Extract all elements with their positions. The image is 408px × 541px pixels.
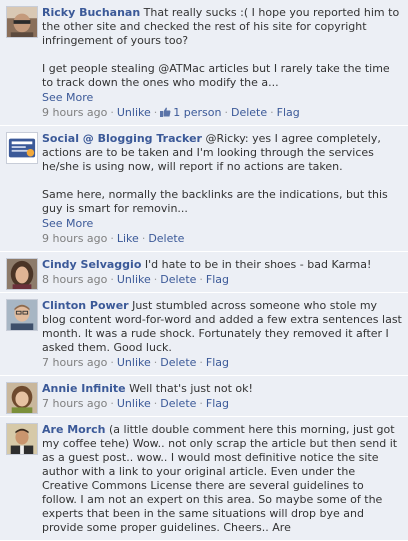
avatar[interactable] [6, 423, 38, 455]
comment-item: Clinton Power Just stumbled across someo… [0, 293, 408, 376]
avatar[interactable] [6, 382, 38, 414]
separator-dot: · [110, 356, 114, 369]
comment-timestamp: 9 hours ago [42, 106, 108, 119]
comment-text: I'd hate to be in their shoes - bad Karm… [144, 258, 372, 271]
comment-body: Cindy Selvaggio I'd hate to be in their … [42, 258, 402, 272]
separator-dot: · [199, 397, 203, 410]
comment-timestamp: 7 hours ago [42, 356, 108, 369]
comment-item: Cindy Selvaggio I'd hate to be in their … [0, 252, 408, 293]
comment-item: Social @ Blogging Tracker @Ricky: yes I … [0, 126, 408, 252]
thumbs-up-icon [160, 107, 171, 117]
separator-dot: · [110, 106, 114, 119]
flag-link[interactable]: Flag [206, 273, 229, 286]
comment-list: Ricky Buchanan That really sucks :( I ho… [0, 0, 408, 541]
likes-count: 1 person [173, 106, 222, 119]
comment-timestamp: 7 hours ago [42, 397, 108, 410]
flag-link[interactable]: Flag [277, 106, 300, 119]
separator-dot: · [153, 273, 158, 286]
comment-timestamp: 8 hours ago [42, 273, 108, 286]
comment-item: Are Morch (a little double comment here … [0, 417, 408, 541]
delete-link[interactable]: Delete [148, 232, 184, 245]
separator-dot: · [270, 106, 274, 119]
comment-item: Ricky Buchanan That really sucks :( I ho… [0, 0, 408, 126]
delete-link[interactable]: Delete [160, 397, 196, 410]
likes-count-link[interactable]: 1 person [160, 106, 221, 119]
comment-item: Annie Infinite Well that's just not ok! … [0, 376, 408, 417]
separator-dot: · [110, 232, 114, 245]
comment-meta: 7 hours ago · Unlike · Delete · Flag [42, 356, 402, 370]
comment-body: Annie Infinite Well that's just not ok! [42, 382, 402, 396]
separator-dot: · [153, 356, 158, 369]
delete-link[interactable]: Delete [231, 106, 267, 119]
separator-dot: · [199, 273, 203, 286]
separator-dot: · [153, 397, 158, 410]
flag-link[interactable]: Flag [206, 356, 229, 369]
comment-text: Well that's just not ok! [129, 382, 253, 395]
comment-meta: 7 hours ago · Unlike · Delete · Flag [42, 397, 402, 411]
comment-author-link[interactable]: Annie Infinite [42, 382, 126, 395]
comment-meta: 8 hours ago · Unlike · Delete · Flag [42, 273, 402, 287]
comment-body: Are Morch (a little double comment here … [42, 423, 402, 535]
avatar[interactable] [6, 132, 38, 164]
avatar[interactable] [6, 299, 38, 331]
comment-meta: 9 hours ago · Unlike · 1 person · Delete · Flag [42, 106, 402, 120]
avatar[interactable] [6, 6, 38, 38]
unlike-link[interactable]: Unlike [117, 397, 151, 410]
separator-dot: · [110, 273, 114, 286]
unlike-link[interactable]: Unlike [117, 273, 151, 286]
comment-text: (a little double comment here this morni… [42, 423, 398, 534]
see-more-link[interactable]: See More [42, 91, 402, 105]
comment-timestamp: 9 hours ago [42, 232, 108, 245]
comment-meta: 9 hours ago · Like · Delete [42, 232, 402, 246]
separator-dot: · [110, 397, 114, 410]
delete-link[interactable]: Delete [160, 356, 196, 369]
comment-author-link[interactable]: Cindy Selvaggio [42, 258, 141, 271]
comment-author-link[interactable]: Clinton Power [42, 299, 129, 312]
separator-dot: · [224, 106, 228, 119]
comment-body: Social @ Blogging Tracker @Ricky: yes I … [42, 132, 402, 231]
comment-text-continued: Same here, normally the backlinks are th… [42, 188, 388, 215]
unlike-link[interactable]: Unlike [117, 356, 151, 369]
comment-body: Clinton Power Just stumbled across someo… [42, 299, 402, 355]
comment-author-link[interactable]: Ricky Buchanan [42, 6, 140, 19]
comment-author-link[interactable]: Social @ Blogging Tracker [42, 132, 202, 145]
avatar[interactable] [6, 258, 38, 290]
unlike-link[interactable]: Unlike [117, 106, 151, 119]
separator-dot: · [141, 232, 146, 245]
separator-dot: · [153, 106, 158, 119]
comment-author-link[interactable]: Are Morch [42, 423, 106, 436]
see-more-link[interactable]: See More [42, 217, 402, 231]
like-link[interactable]: Like [117, 232, 139, 245]
separator-dot: · [199, 356, 203, 369]
comment-text-continued: I get people stealing @ATMac articles bu… [42, 62, 390, 89]
flag-link[interactable]: Flag [206, 397, 229, 410]
comment-body: Ricky Buchanan That really sucks :( I ho… [42, 6, 402, 105]
delete-link[interactable]: Delete [160, 273, 196, 286]
